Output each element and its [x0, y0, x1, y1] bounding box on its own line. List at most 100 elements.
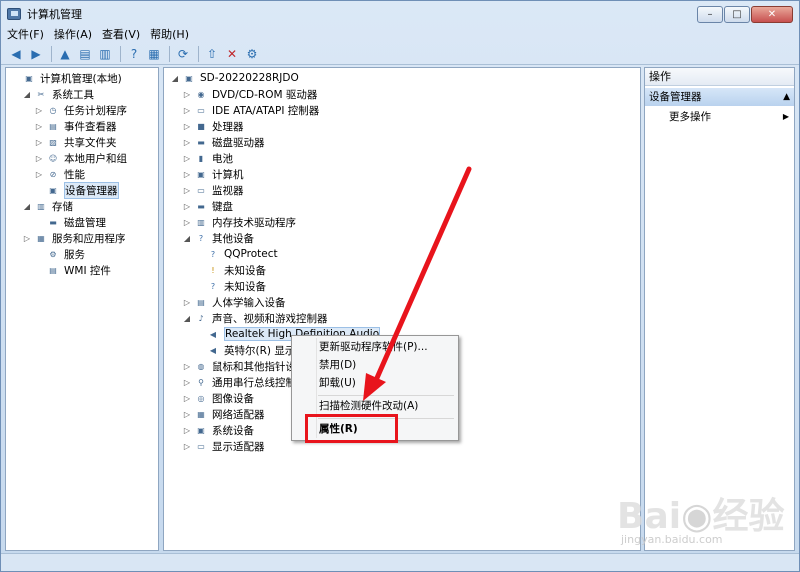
device-tree-item[interactable]: ▷ ◍ 鼠标和其他指针设 — [182, 358, 296, 374]
actions-section-device-manager[interactable]: 设备管理器 ▲ — [645, 88, 794, 106]
collapsed-arrow-icon[interactable]: ▷ — [182, 218, 192, 227]
device-tree-item[interactable]: ◢? 其他设备 — [182, 230, 254, 246]
nav-tree-item[interactable]: ▷ ◷ 任务计划程序 — [34, 102, 127, 118]
device-tree-label: 未知设备 — [224, 264, 266, 277]
collapsed-arrow-icon[interactable]: ▷ — [182, 394, 192, 403]
enable-device-icon[interactable]: ⚙ — [243, 45, 261, 63]
close-button[interactable]: ✕ — [751, 6, 793, 23]
expanded-arrow-icon[interactable]: ◢ — [170, 74, 180, 83]
collapsed-arrow-icon[interactable]: ▷ — [182, 106, 192, 115]
up-folder-icon[interactable]: ▲ — [56, 45, 74, 63]
collapsed-arrow-icon[interactable]: ▷ — [182, 410, 192, 419]
back-arrow-icon[interactable]: ◀ — [7, 45, 25, 63]
collapsed-arrow-icon[interactable]: ▷ — [182, 154, 192, 163]
collapsed-arrow-icon[interactable]: ▷ — [182, 298, 192, 307]
help-icon[interactable]: ? — [125, 45, 143, 63]
processor-icon: ■ — [197, 121, 205, 131]
device-tree-item[interactable]: ◀ 英特尔(R) 显示 — [194, 342, 295, 358]
device-tree-item[interactable]: ▷ ◉ DVD/CD-ROM 驱动器 — [182, 86, 317, 102]
minimize-button[interactable]: – — [697, 6, 723, 23]
uninstall-icon[interactable]: ✕ — [223, 45, 241, 63]
nav-tree-item[interactable]: ◢ ✂ 系统工具 — [22, 86, 94, 102]
collapsed-arrow-icon[interactable]: ▷ — [182, 186, 192, 195]
nav-tree-item[interactable]: ⚙ 服务 — [34, 246, 85, 262]
menu-action[interactable]: 操作(A) — [54, 26, 92, 42]
expanded-arrow-icon[interactable]: ◢ — [22, 202, 32, 211]
hid-icon: ▤ — [197, 297, 205, 307]
device-tree-item[interactable]: ▷ ◎ 图像设备 — [182, 390, 254, 406]
collapsed-arrow-icon[interactable]: ▷ — [182, 170, 192, 179]
collapse-arrow-icon[interactable]: ▲ — [783, 88, 790, 106]
properties-icon[interactable]: ▥ — [96, 45, 114, 63]
nav-tree-item[interactable]: ▷ ⊘ 性能 — [34, 166, 85, 182]
maximize-button[interactable]: □ — [724, 6, 750, 23]
forward-arrow-icon[interactable]: ▶ — [27, 45, 45, 63]
device-tree-item[interactable]: ▷ ■ 处理器 — [182, 118, 244, 134]
device-tree-item[interactable]: ▷ ▭ 监视器 — [182, 182, 244, 198]
nav-tree-item[interactable]: ▷ ☺ 本地用户和组 — [34, 150, 127, 166]
collapsed-arrow-icon[interactable]: ▷ — [182, 138, 192, 147]
device-tree-item[interactable]: ◢ ♪ 声音、视频和游戏控制器 — [182, 310, 328, 326]
collapsed-arrow-icon[interactable]: ▷ — [182, 426, 192, 435]
menu-scan-hardware[interactable]: 扫描检测硬件改动(A) — [292, 397, 458, 415]
device-tree-item[interactable]: ▷ ▭ 显示适配器 — [182, 438, 265, 454]
update-driver-icon[interactable]: ⇧ — [203, 45, 221, 63]
device-tree-pane: ◢ ▣ SD-20220228RJDO ▷ ◉ DVD/CD-ROM 驱动器 ▷ ▭ IDE A… — [163, 67, 641, 551]
title-bar[interactable]: 计算机管理 – □ ✕ — [1, 1, 799, 27]
device-tree-item[interactable]: ▷ ▤ 人体学输入设备 — [182, 294, 286, 310]
menu-help[interactable]: 帮助(H) — [150, 26, 189, 42]
menu-disable[interactable]: 禁用(D) — [292, 356, 458, 374]
device-tree-item[interactable]: ▷ ▮ 电池 — [182, 150, 233, 166]
expanded-arrow-icon[interactable]: ◢ — [182, 314, 192, 323]
actions-pane: 操作 设备管理器 ▲ 更多操作 ▶ — [644, 67, 795, 551]
scan-hardware-icon[interactable]: ⟳ — [174, 45, 192, 63]
expanded-arrow-icon[interactable]: ◢ — [22, 90, 32, 99]
more-actions-item[interactable]: 更多操作 ▶ — [669, 108, 793, 126]
nav-tree-item[interactable]: ◢ ▥ 存储 — [22, 198, 73, 214]
nav-tree-item[interactable]: ▣ 计算机管理(本地) — [10, 70, 121, 86]
menu-file[interactable]: 文件(F) — [7, 26, 44, 42]
device-tree-item[interactable]: ? QQProtect — [194, 246, 278, 262]
device-tree-item[interactable]: ▷ ▣ 计算机 — [182, 166, 244, 182]
collapsed-arrow-icon[interactable]: ▷ — [182, 90, 192, 99]
menu-bar: 文件(F) 操作(A) 查看(V) 帮助(H) — [1, 25, 799, 43]
collapsed-arrow-icon[interactable]: ▷ — [22, 234, 32, 243]
ide-icon: ▭ — [197, 105, 205, 115]
collapsed-arrow-icon[interactable]: ▷ — [182, 362, 192, 371]
nav-tree-item[interactable]: ▷ ▤ 事件查看器 — [34, 118, 117, 134]
expanded-arrow-icon[interactable]: ◢ — [182, 234, 192, 243]
collapsed-arrow-icon[interactable]: ▷ — [182, 202, 192, 211]
nav-tree-item[interactable]: ▬ 磁盘管理 — [34, 214, 106, 230]
nav-tree-item[interactable]: ▷ ▦ 服务和应用程序 — [22, 230, 126, 246]
nav-tree-item[interactable]: ▤ WMI 控件 — [34, 262, 111, 278]
collapsed-arrow-icon[interactable]: ▷ — [34, 106, 44, 115]
list-view-icon[interactable]: ▦ — [145, 45, 163, 63]
collapsed-arrow-icon[interactable]: ▷ — [34, 138, 44, 147]
device-tree-item[interactable]: ◢ ▣ SD-20220228RJDO — [170, 70, 299, 86]
nav-tree-item[interactable]: ▣ 设备管理器 — [34, 181, 119, 199]
services-apps-icon: ▦ — [37, 233, 45, 243]
device-tree-item[interactable]: ▷ ▭ IDE ATA/ATAPI 控制器 — [182, 102, 319, 118]
device-tree-label: 网络适配器 — [212, 408, 265, 421]
device-tree-item[interactable]: ▷ ▥ 内存技术驱动程序 — [182, 214, 296, 230]
device-tree-item[interactable]: ▷ ▣ 系统设备 — [182, 422, 254, 438]
collapsed-arrow-icon[interactable]: ▷ — [34, 154, 44, 163]
collapsed-arrow-icon[interactable]: ▷ — [182, 122, 192, 131]
computer-small-icon: ▣ — [197, 169, 205, 179]
device-tree-item[interactable]: ? 未知设备 — [194, 278, 266, 294]
collapsed-arrow-icon[interactable]: ▷ — [34, 170, 44, 179]
menu-view[interactable]: 查看(V) — [102, 26, 140, 42]
device-tree-item[interactable]: ! 未知设备 — [194, 262, 266, 278]
menu-uninstall[interactable]: 卸载(U) — [292, 374, 458, 392]
device-tree-item[interactable]: ▷ ⚲ 通用串行总线控制 — [182, 374, 296, 390]
device-tree-item[interactable]: ▷ ▬ 磁盘驱动器 — [182, 134, 265, 150]
device-tree-item[interactable]: ▷ ▦ 网络适配器 — [182, 406, 265, 422]
collapsed-arrow-icon[interactable]: ▷ — [182, 442, 192, 451]
menu-update-driver[interactable]: 更新驱动程序软件(P)... — [292, 338, 458, 356]
collapsed-arrow-icon[interactable]: ▷ — [182, 378, 192, 387]
device-tree-item[interactable]: ▷ ▬ 键盘 — [182, 198, 233, 214]
users-icon: ☺ — [48, 153, 58, 163]
collapsed-arrow-icon[interactable]: ▷ — [34, 122, 44, 131]
nav-tree-item[interactable]: ▷ ▨ 共享文件夹 — [34, 134, 117, 150]
show-hide-tree-icon[interactable]: ▤ — [76, 45, 94, 63]
